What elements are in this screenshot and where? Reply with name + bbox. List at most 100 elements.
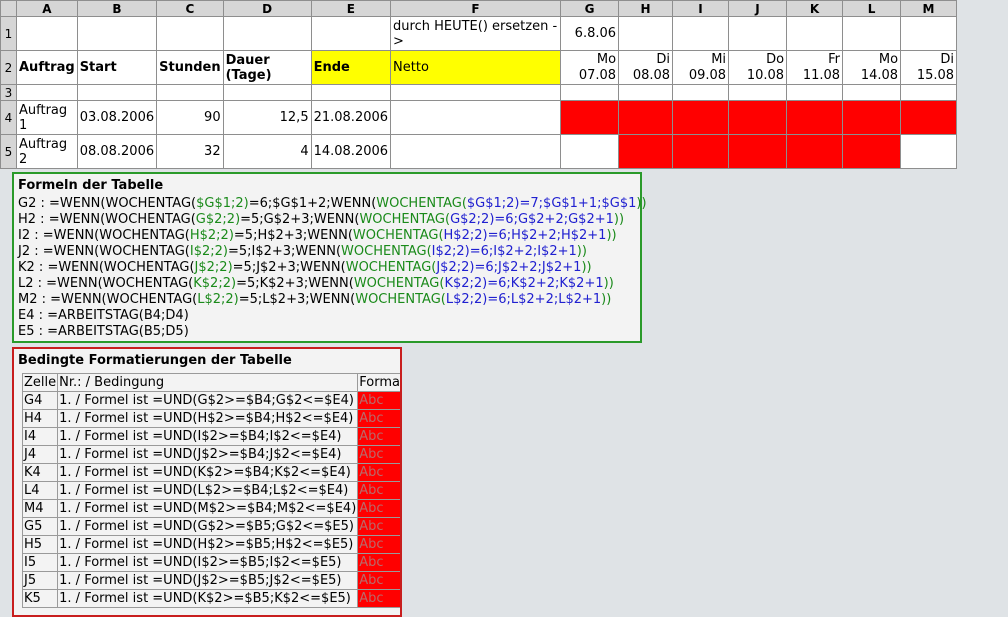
cell-i2[interactable]: Mi 09.08 <box>672 50 730 85</box>
condition: 1. / Formel ist =UND(M$2>=$B4;M$2<=$E4) <box>57 499 359 518</box>
cell-e5[interactable]: 14.08.2006 <box>310 134 392 169</box>
column-header[interactable]: J <box>728 0 788 17</box>
cell-e2[interactable]: Ende <box>310 50 392 85</box>
row-header[interactable]: 3 <box>0 84 17 101</box>
cell-c1[interactable] <box>156 16 224 51</box>
cell-l3[interactable] <box>842 84 902 101</box>
cell-e1[interactable] <box>310 16 392 51</box>
cell-k5[interactable] <box>786 134 844 169</box>
cell-h4[interactable] <box>618 100 674 135</box>
row-header[interactable]: 2 <box>0 50 17 85</box>
cell-b1[interactable] <box>76 16 158 51</box>
cell-h1[interactable] <box>618 16 674 51</box>
column-header[interactable]: G <box>560 0 620 17</box>
column-header[interactable]: H <box>618 0 674 17</box>
cell-g3[interactable] <box>560 84 620 101</box>
cell-a4[interactable]: Auftrag 1 <box>16 100 78 135</box>
column-header[interactable]: I <box>672 0 730 17</box>
cell-g2[interactable]: Mo 07.08 <box>560 50 620 85</box>
cell-f5[interactable] <box>390 134 562 169</box>
cell-j2[interactable]: Do 10.08 <box>728 50 788 85</box>
cell-c3[interactable] <box>156 84 224 101</box>
cell-k2[interactable]: Fr 11.08 <box>786 50 844 85</box>
cell-l2[interactable]: Mo 14.08 <box>842 50 902 85</box>
cell-m1[interactable] <box>900 16 958 51</box>
column-header[interactable]: C <box>156 0 224 17</box>
row-header[interactable]: 5 <box>0 134 17 169</box>
formula-segment: H$2;2) <box>189 228 234 243</box>
cell-k4[interactable] <box>786 100 844 135</box>
cell-b2[interactable]: Start <box>76 50 158 85</box>
cell-b3[interactable] <box>76 84 158 101</box>
cell-a1[interactable] <box>16 16 78 51</box>
cell-d4[interactable]: 12,5 <box>222 100 312 135</box>
formula-segment: L2 : =WENN(WOCHENTAG( <box>18 276 194 291</box>
column-header[interactable]: A <box>16 0 78 17</box>
cell-k3[interactable] <box>786 84 844 101</box>
cell-ref: K5 <box>21 589 59 608</box>
column-header[interactable]: E <box>310 0 392 17</box>
cell-f2[interactable]: Netto <box>390 50 562 85</box>
cell-d3[interactable] <box>222 84 312 101</box>
cell-h3[interactable] <box>618 84 674 101</box>
cell-l4[interactable] <box>842 100 902 135</box>
cell-i4[interactable] <box>672 100 730 135</box>
column-header[interactable]: B <box>76 0 158 17</box>
cell-i3[interactable] <box>672 84 730 101</box>
cell-i1[interactable] <box>672 16 730 51</box>
condition: 1. / Formel ist =UND(J$2>=$B4;J$2<=$E4) <box>57 445 359 464</box>
cell-m4[interactable] <box>900 100 958 135</box>
formula-segment: )) <box>603 276 614 291</box>
column-header[interactable]: L <box>842 0 902 17</box>
condition: 1. / Formel ist =UND(K$2>=$B4;K$2<=$E4) <box>57 463 359 482</box>
cell-f3[interactable] <box>390 84 562 101</box>
cell-g4[interactable] <box>560 100 620 135</box>
cell-h5[interactable] <box>618 134 674 169</box>
condition: 1. / Formel ist =UND(J$2>=$B5;J$2<=$E5) <box>57 571 359 590</box>
cell-e3[interactable] <box>310 84 392 101</box>
cell-e4[interactable]: 21.08.2006 <box>310 100 392 135</box>
column-header[interactable]: F <box>390 0 562 17</box>
cell-h2[interactable]: Di 08.08 <box>618 50 674 85</box>
cell-d5[interactable]: 4 <box>222 134 312 169</box>
cell-f4[interactable] <box>390 100 562 135</box>
column-header[interactable]: K <box>786 0 844 17</box>
cell-m5[interactable] <box>900 134 958 169</box>
cell-a5[interactable]: Auftrag 2 <box>16 134 78 169</box>
cell-a2[interactable]: Auftrag <box>16 50 78 85</box>
formula-segment: )) <box>636 196 647 211</box>
cell-b5[interactable]: 08.08.2006 <box>76 134 158 169</box>
cell-j4[interactable] <box>728 100 788 135</box>
cell-a3[interactable] <box>16 84 78 101</box>
cell-f1[interactable]: durch HEUTE() ersetzen -> <box>390 16 562 51</box>
cell-k1[interactable] <box>786 16 844 51</box>
cell-l1[interactable] <box>842 16 902 51</box>
cell-c5[interactable]: 32 <box>156 134 224 169</box>
cell-c2[interactable]: Stunden <box>156 50 224 85</box>
cell-l5[interactable] <box>842 134 902 169</box>
cell-j5[interactable] <box>728 134 788 169</box>
column-header-bedingung: Nr.: / Bedingung <box>57 373 359 392</box>
cell-m3[interactable] <box>900 84 958 101</box>
row-header[interactable]: 4 <box>0 100 17 135</box>
row-header[interactable]: 1 <box>0 16 17 51</box>
cell-g1[interactable]: 6.8.06 <box>560 16 620 51</box>
format-sample: Abc <box>357 535 400 554</box>
cell-d2[interactable]: Dauer (Tage) <box>222 50 312 85</box>
cell-b4[interactable]: 03.08.2006 <box>76 100 158 135</box>
cell-g5[interactable] <box>560 134 620 169</box>
cell-j1[interactable] <box>728 16 788 51</box>
table-row: K4 1. / Formel ist =UND(K$2>=$B4;K$2<=$E4… <box>21 463 400 482</box>
cell-c4[interactable]: 90 <box>156 100 224 135</box>
column-header[interactable]: M <box>900 0 958 17</box>
column-header[interactable]: D <box>222 0 312 17</box>
cell-j3[interactable] <box>728 84 788 101</box>
conditional-formatting-title: Bedingte Formatierungen der Tabelle <box>18 353 292 368</box>
cell-i5[interactable] <box>672 134 730 169</box>
cell-d1[interactable] <box>222 16 312 51</box>
date-label: 09.08 <box>688 67 727 83</box>
date-label: 11.08 <box>802 67 841 83</box>
formula-segment: WOCHENTAG( <box>359 212 451 227</box>
corner-cell[interactable] <box>0 0 17 17</box>
cell-m2[interactable]: Di 15.08 <box>900 50 958 85</box>
